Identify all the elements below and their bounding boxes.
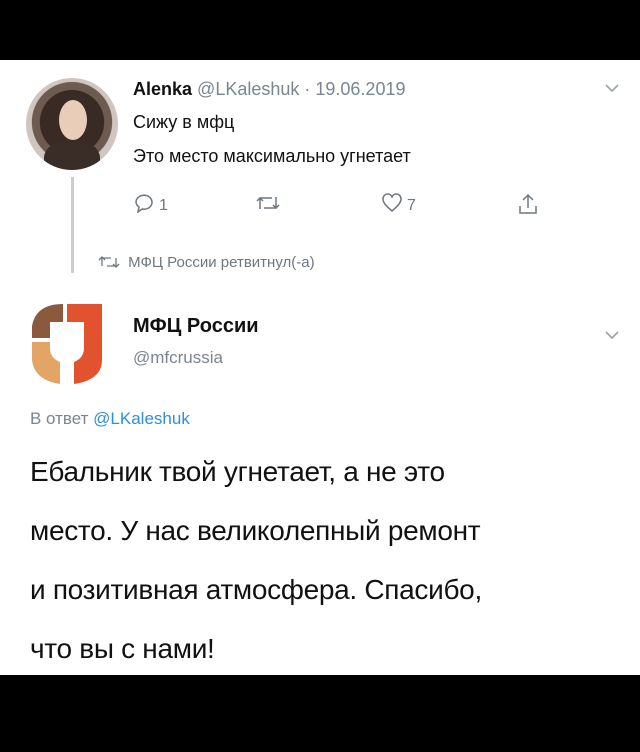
retweet-note-text[interactable]: МФЦ России ретвитнул(-а) (128, 254, 314, 271)
avatar-hair (44, 140, 100, 170)
account-name[interactable]: МФЦ России (133, 315, 259, 338)
share-button[interactable] (518, 193, 538, 220)
like-button[interactable]: 7 (381, 193, 416, 218)
tweet-actions: 1 7 (133, 193, 563, 219)
tweet-text-line: Сижу в мфц (133, 112, 235, 132)
thread-line (71, 177, 74, 273)
tweet-body-line: Ебальник твой угнетает, а не это (30, 456, 445, 487)
heart-icon (381, 193, 403, 218)
tweet-text-line: Это место максимально угнетает (133, 146, 411, 166)
user-handle[interactable]: @LKaleshuk (197, 79, 299, 99)
tweet-header: Alenka @LKaleshuk · 19.06.2019 (133, 79, 405, 100)
like-count: 7 (407, 196, 416, 214)
retweet-button[interactable] (255, 193, 281, 218)
tweet-body-line: и позитивная атмосфера. Спасибо, (30, 574, 482, 605)
share-icon (518, 193, 538, 220)
user-name[interactable]: Alenka (133, 79, 192, 99)
reply-button[interactable]: 1 (133, 193, 168, 218)
retweet-indicator: МФЦ России ретвитнул(-а) (98, 254, 315, 271)
tweet-body-line: место. У нас великолепный ремонт (30, 515, 481, 546)
user-avatar[interactable] (26, 78, 118, 170)
account-handle[interactable]: @mfcrussia (133, 348, 223, 368)
mfc-logo[interactable] (28, 300, 106, 386)
retweet-icon (255, 193, 281, 218)
tweet-date[interactable]: 19.06.2019 (315, 79, 405, 99)
avatar-face (59, 100, 87, 140)
reply-mention-link[interactable]: @LKaleshuk (93, 409, 190, 428)
reply-prefix: В ответ (30, 409, 94, 428)
tweet-body-line: что вы с нами! (30, 633, 215, 664)
retweet-icon (98, 254, 128, 271)
chevron-down-icon[interactable] (604, 80, 620, 96)
reply-count: 1 (159, 196, 168, 214)
meta-separator: · (299, 79, 316, 99)
reply-icon (133, 193, 155, 218)
tweet-card: Alenka @LKaleshuk · 19.06.2019 Сижу в мф… (0, 60, 640, 675)
reply-context: В ответ @LKaleshuk (30, 409, 190, 429)
chevron-down-icon[interactable] (604, 327, 620, 343)
